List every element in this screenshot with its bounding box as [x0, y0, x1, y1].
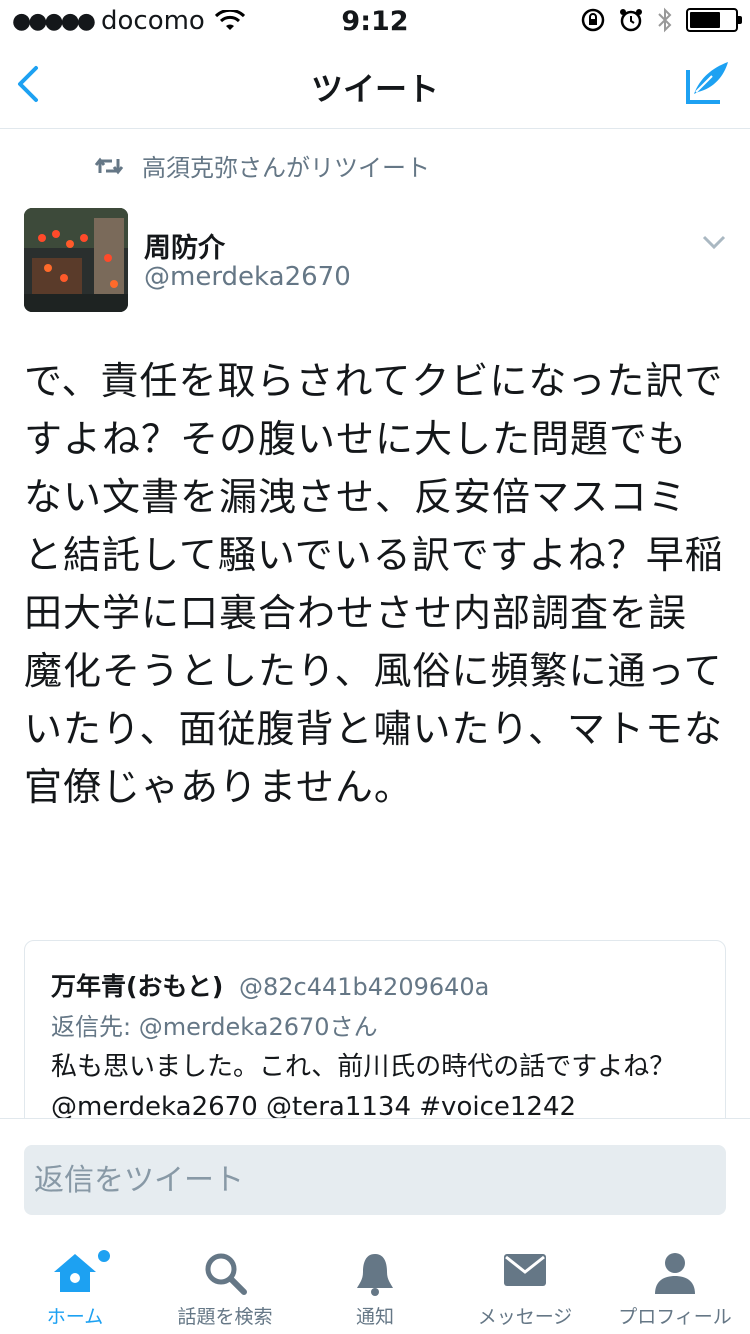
- tab-label: 通知: [355, 1306, 394, 1328]
- tab-bar: ホーム 話題を検索 通知 メッセージ プロフィール: [0, 1238, 750, 1334]
- author-handle[interactable]: @merdeka2670: [144, 262, 351, 292]
- tab-profile[interactable]: プロフィール: [600, 1238, 750, 1334]
- battery-icon: [686, 8, 742, 32]
- tab-label: 話題を検索: [177, 1306, 273, 1328]
- alarm-icon: [620, 9, 642, 32]
- avatar-image: [24, 208, 128, 312]
- retweet-text: 高須克弥さんがリツイート: [142, 154, 430, 182]
- bell-icon: [357, 1254, 393, 1296]
- bluetooth-icon: [658, 7, 672, 33]
- quoted-tweet[interactable]: 万年青(おもと) @82c441b4209640a 返信先: @merdeka2…: [24, 940, 726, 1142]
- person-icon: [655, 1253, 695, 1294]
- chevron-down-icon[interactable]: [702, 232, 726, 252]
- home-icon: [54, 1254, 96, 1292]
- tab-home[interactable]: ホーム: [0, 1238, 150, 1334]
- quote-header: 万年青(おもと) @82c441b4209640a: [51, 967, 489, 1003]
- avatar[interactable]: [24, 208, 128, 312]
- envelope-icon: [504, 1254, 546, 1286]
- status-bar: ●●●●● docomo 9:12: [0, 0, 750, 40]
- tweet-text: で、責任を取らされてクビになった訳ですよね？その腹いせに大した問題でもない文書を…: [24, 359, 724, 809]
- author-name[interactable]: 周防介: [144, 226, 225, 265]
- status-right: [580, 6, 742, 34]
- tab-label: メッセージ: [477, 1306, 573, 1328]
- page-title: ツイート: [310, 70, 439, 108]
- search-icon: [205, 1253, 247, 1295]
- rotation-lock-icon: [581, 8, 605, 32]
- quote-text: 私も思いました。これ、前川氏の時代の話ですよね？@merdeka2670 @te…: [51, 1052, 676, 1122]
- reply-input[interactable]: [24, 1145, 726, 1215]
- quote-author-handle: @82c441b4209640a: [239, 973, 490, 1001]
- retweet-icon: [94, 157, 124, 174]
- nav-bar: ツイート: [0, 40, 750, 129]
- retweeted-by[interactable]: 高須克弥さんがリツイート: [94, 148, 430, 183]
- tab-label: ホーム: [46, 1306, 104, 1328]
- quote-reply-to: 返信先: @merdeka2670さん: [51, 1013, 378, 1041]
- reply-bar: [0, 1118, 750, 1239]
- quote-author-name: 万年青(おもと): [51, 972, 224, 1001]
- tab-label: プロフィール: [618, 1306, 732, 1328]
- tab-notifications[interactable]: 通知: [300, 1238, 450, 1334]
- compose-tweet-icon: [686, 62, 728, 104]
- tab-search[interactable]: 話題を検索: [150, 1238, 300, 1334]
- tab-messages[interactable]: メッセージ: [450, 1238, 600, 1334]
- compose-tweet-button[interactable]: [682, 58, 732, 108]
- new-tweets-dot: [96, 1248, 112, 1264]
